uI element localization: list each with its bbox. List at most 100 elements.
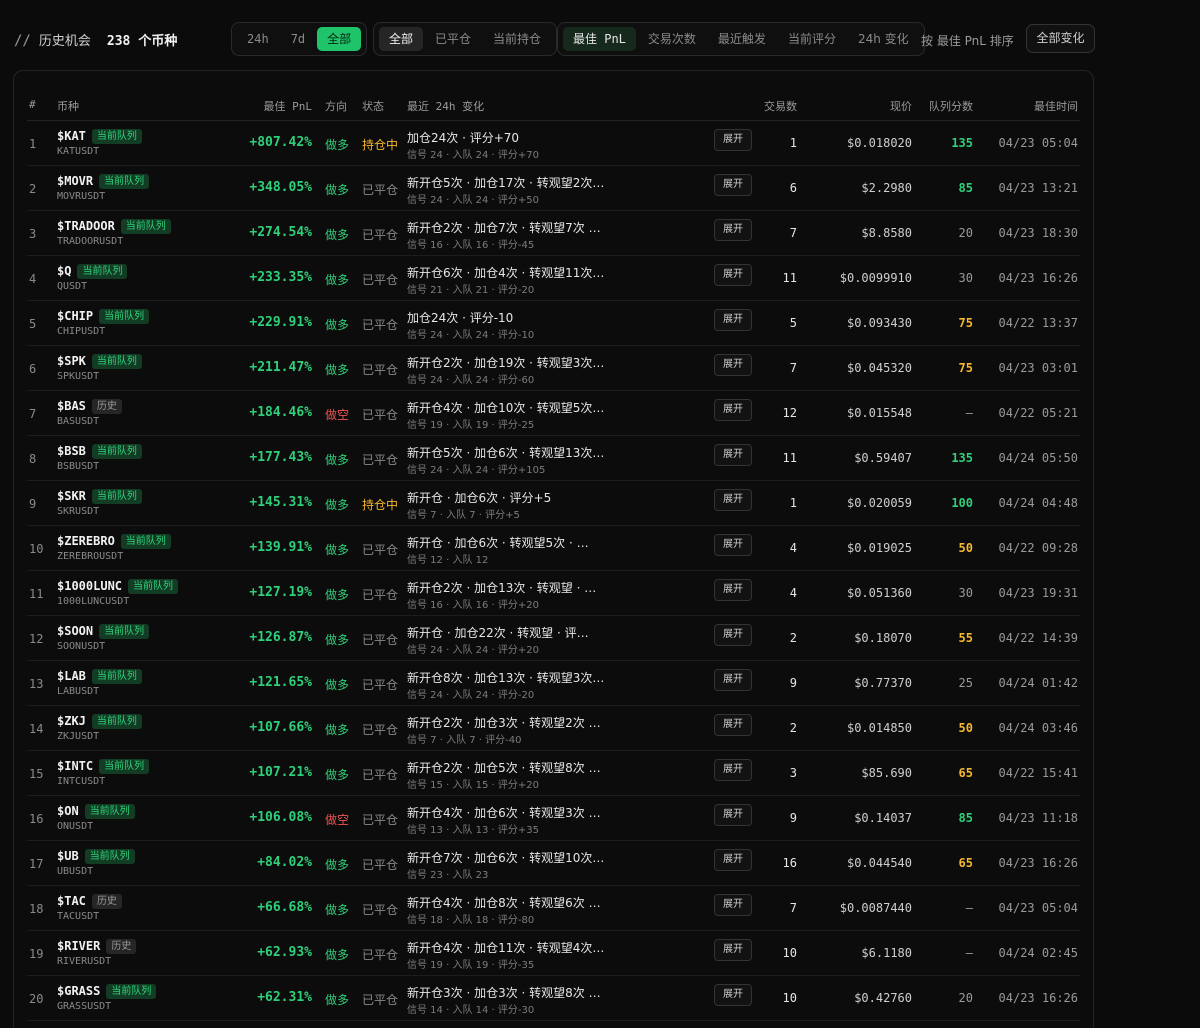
expand-button[interactable]: 展开 [714, 579, 752, 601]
sort-trade-count[interactable]: 交易次数 [638, 27, 706, 51]
coin-symbol-text[interactable]: $UB [57, 849, 79, 863]
expand-button[interactable]: 展开 [714, 219, 752, 241]
table-row[interactable]: 18 $TAC 历史 TACUSDT +66.68% 做多 已平仓 新开仓4次 · 加仓8次 … [27, 886, 1080, 931]
time-filter-24h[interactable]: 24h [237, 27, 279, 51]
coin-symbol-text[interactable]: $TAC [57, 894, 86, 908]
expand-button[interactable]: 展开 [714, 894, 752, 916]
coin-symbol[interactable]: $SPK 当前队列 [57, 354, 142, 369]
table-row[interactable]: 20 $GRASS 当前队列 GRASSUSDT +62.31% 做多 已平仓 新开仓3次 ·… [27, 976, 1080, 1021]
expand-button[interactable]: 展开 [714, 444, 752, 466]
trading-pair: CHIPUSDT [57, 326, 106, 337]
table-row[interactable]: 15 $INTC 当前队列 INTCUSDT +107.21% 做多 已平仓 新开仓2次 · … [27, 751, 1080, 796]
coin-symbol-text[interactable]: $BSB [57, 444, 86, 458]
sort-recent-trigger[interactable]: 最近触发 [708, 27, 776, 51]
sort-best-pnl[interactable]: 最佳 PnL [563, 27, 636, 51]
coin-symbol-text[interactable]: $MOVR [57, 174, 93, 188]
coin-symbol-text[interactable]: $RIVER [57, 939, 100, 953]
coin-symbol[interactable]: $MOVR 当前队列 [57, 174, 150, 189]
coin-symbol-text[interactable]: $TRADOOR [57, 219, 115, 233]
coin-symbol-text[interactable]: $SPK [57, 354, 86, 368]
coin-symbol[interactable]: $TRADOOR 当前队列 [57, 219, 171, 234]
coin-symbol[interactable]: $LAB 当前队列 [57, 669, 142, 684]
coin-symbol[interactable]: $TAC 历史 [57, 894, 122, 909]
coin-symbol[interactable]: $ZKJ 当前队列 [57, 714, 142, 729]
expand-button[interactable]: 展开 [714, 849, 752, 871]
table-row[interactable]: 6 $SPK 当前队列 SPKUSDT +211.47% 做多 已平仓 新开仓2次 · 加仓1… [27, 346, 1080, 391]
table-row[interactable]: 2 $MOVR 当前队列 MOVRUSDT +348.05% 做多 已平仓 新开仓5次 · 加… [27, 166, 1080, 211]
coin-symbol[interactable]: $RIVER 历史 [57, 939, 137, 954]
coin-symbol-text[interactable]: $Q [57, 264, 71, 278]
expand-button[interactable]: 展开 [714, 534, 752, 556]
col-best-pnl[interactable]: 最佳 PnL [264, 98, 313, 114]
expand-button[interactable]: 展开 [714, 489, 752, 511]
table-row[interactable]: 11 $1000LUNC 当前队列 1000LUNCUSDT +127.19% 做多 已平仓… [27, 571, 1080, 616]
expand-button[interactable]: 展开 [714, 939, 752, 961]
coin-symbol[interactable]: $SKR 当前队列 [57, 489, 142, 504]
expand-button[interactable]: 展开 [714, 669, 752, 691]
expand-button[interactable]: 展开 [714, 399, 752, 421]
table-row[interactable]: 14 $ZKJ 当前队列 ZKJUSDT +107.66% 做多 已平仓 新开仓2次 · 加仓… [27, 706, 1080, 751]
table-row[interactable]: 16 $ON 当前队列 ONUSDT +106.08% 做空 已平仓 新开仓4次 · 加仓6次… [27, 796, 1080, 841]
coin-symbol[interactable]: $Q 当前队列 [57, 264, 128, 279]
expand-button[interactable]: 展开 [714, 174, 752, 196]
expand-button[interactable]: 展开 [714, 264, 752, 286]
position-status: 已平仓 [362, 408, 399, 422]
sort-current-score[interactable]: 当前评分 [778, 27, 846, 51]
table-row[interactable]: 3 $TRADOOR 当前队列 TRADOORUSDT +274.54% 做多 已平仓 新开仓… [27, 211, 1080, 256]
coin-symbol[interactable]: $ZEREBRO 当前队列 [57, 534, 171, 549]
table-row[interactable]: 17 $UB 当前队列 UBUSDT +84.02% 做多 已平仓 新开仓7次 · 加仓6次 … [27, 841, 1080, 886]
recent-change-summary: 新开仓 · 加仓6次 · 转观望5次 · … [407, 536, 589, 550]
col-queue-score[interactable]: 队列分数 [929, 98, 973, 114]
coin-symbol-text[interactable]: $ON [57, 804, 79, 818]
coin-symbol-text[interactable]: $SOON [57, 624, 93, 638]
status-filter-closed[interactable]: 已平仓 [425, 27, 481, 51]
table-row[interactable]: 8 $BSB 当前队列 BSBUSDT +177.43% 做多 已平仓 新开仓5次 · 加仓6… [27, 436, 1080, 481]
expand-button[interactable]: 展开 [714, 309, 752, 331]
coin-symbol[interactable]: $BAS 历史 [57, 399, 122, 414]
sort-24h-change[interactable]: 24h 变化 [848, 27, 919, 51]
table-row[interactable]: 10 $ZEREBRO 当前队列 ZEREBROUSDT +139.91% 做多 已平仓 新开… [27, 526, 1080, 571]
coin-symbol-text[interactable]: $LAB [57, 669, 86, 683]
expand-button[interactable]: 展开 [714, 804, 752, 826]
expand-button[interactable]: 展开 [714, 354, 752, 376]
table-row[interactable]: 1 $KAT 当前队列 KATUSDT +807.42% 做多 持仓中 加仓24次 · 评分+… [27, 121, 1080, 166]
table-row[interactable]: 13 $LAB 当前队列 LABUSDT +121.65% 做多 已平仓 新开仓8次 · 加仓… [27, 661, 1080, 706]
table-row[interactable]: 7 $BAS 历史 BASUSDT +184.46% 做空 已平仓 新开仓4次 · 加仓10次… [27, 391, 1080, 436]
coin-symbol[interactable]: $KAT 当前队列 [57, 129, 142, 144]
coin-symbol-text[interactable]: $BAS [57, 399, 86, 413]
table-row[interactable]: 4 $Q 当前队列 QUSDT +233.35% 做多 已平仓 新开仓6次 · 加仓4次 · … [27, 256, 1080, 301]
coin-symbol[interactable]: $INTC 当前队列 [57, 759, 150, 774]
expand-button[interactable]: 展开 [714, 714, 752, 736]
coin-symbol[interactable]: $CHIP 当前队列 [57, 309, 150, 324]
coin-symbol-text[interactable]: $KAT [57, 129, 86, 143]
coin-symbol-text[interactable]: $ZKJ [57, 714, 86, 728]
coin-symbol[interactable]: $GRASS 当前队列 [57, 984, 157, 999]
coin-symbol-text[interactable]: $SKR [57, 489, 86, 503]
expand-button[interactable]: 展开 [714, 759, 752, 781]
col-best-time[interactable]: 最佳时间 [1034, 98, 1078, 114]
coin-symbol-text[interactable]: $INTC [57, 759, 93, 773]
time-filter-all[interactable]: 全部 [317, 27, 362, 51]
col-trades[interactable]: 交易数 [764, 98, 797, 114]
queue-score: 85 [958, 811, 973, 825]
expand-button[interactable]: 展开 [714, 129, 752, 151]
status-filter-all[interactable]: 全部 [379, 27, 424, 51]
table-row[interactable]: 9 $SKR 当前队列 SKRUSDT +145.31% 做多 持仓中 新开仓 · 加仓6次 … [27, 481, 1080, 526]
status-filter-holding[interactable]: 当前持仓 [483, 27, 551, 51]
expand-button[interactable]: 展开 [714, 624, 752, 646]
table-row[interactable]: 19 $RIVER 历史 RIVERUSDT +62.93% 做多 已平仓 新开仓4次 · 加… [27, 931, 1080, 976]
coin-symbol-text[interactable]: $1000LUNC [57, 579, 122, 593]
time-filter-7d[interactable]: 7d [281, 27, 315, 51]
table-row[interactable]: 12 $SOON 当前队列 SOONUSDT +126.87% 做多 已平仓 新开仓 · 加仓… [27, 616, 1080, 661]
coin-symbol-text[interactable]: $ZEREBRO [57, 534, 115, 548]
expand-button[interactable]: 展开 [714, 984, 752, 1006]
table-row[interactable]: 5 $CHIP 当前队列 CHIPUSDT +229.91% 做多 已平仓 加仓24次 · 评… [27, 301, 1080, 346]
coin-symbol[interactable]: $SOON 当前队列 [57, 624, 150, 639]
all-changes-button[interactable]: 全部变化 [1026, 24, 1095, 53]
coin-symbol[interactable]: $ON 当前队列 [57, 804, 135, 819]
coin-symbol[interactable]: $BSB 当前队列 [57, 444, 142, 459]
coin-symbol-text[interactable]: $CHIP [57, 309, 93, 323]
coin-symbol[interactable]: $UB 当前队列 [57, 849, 135, 864]
coin-symbol[interactable]: $1000LUNC 当前队列 [57, 579, 179, 594]
coin-symbol-text[interactable]: $GRASS [57, 984, 100, 998]
